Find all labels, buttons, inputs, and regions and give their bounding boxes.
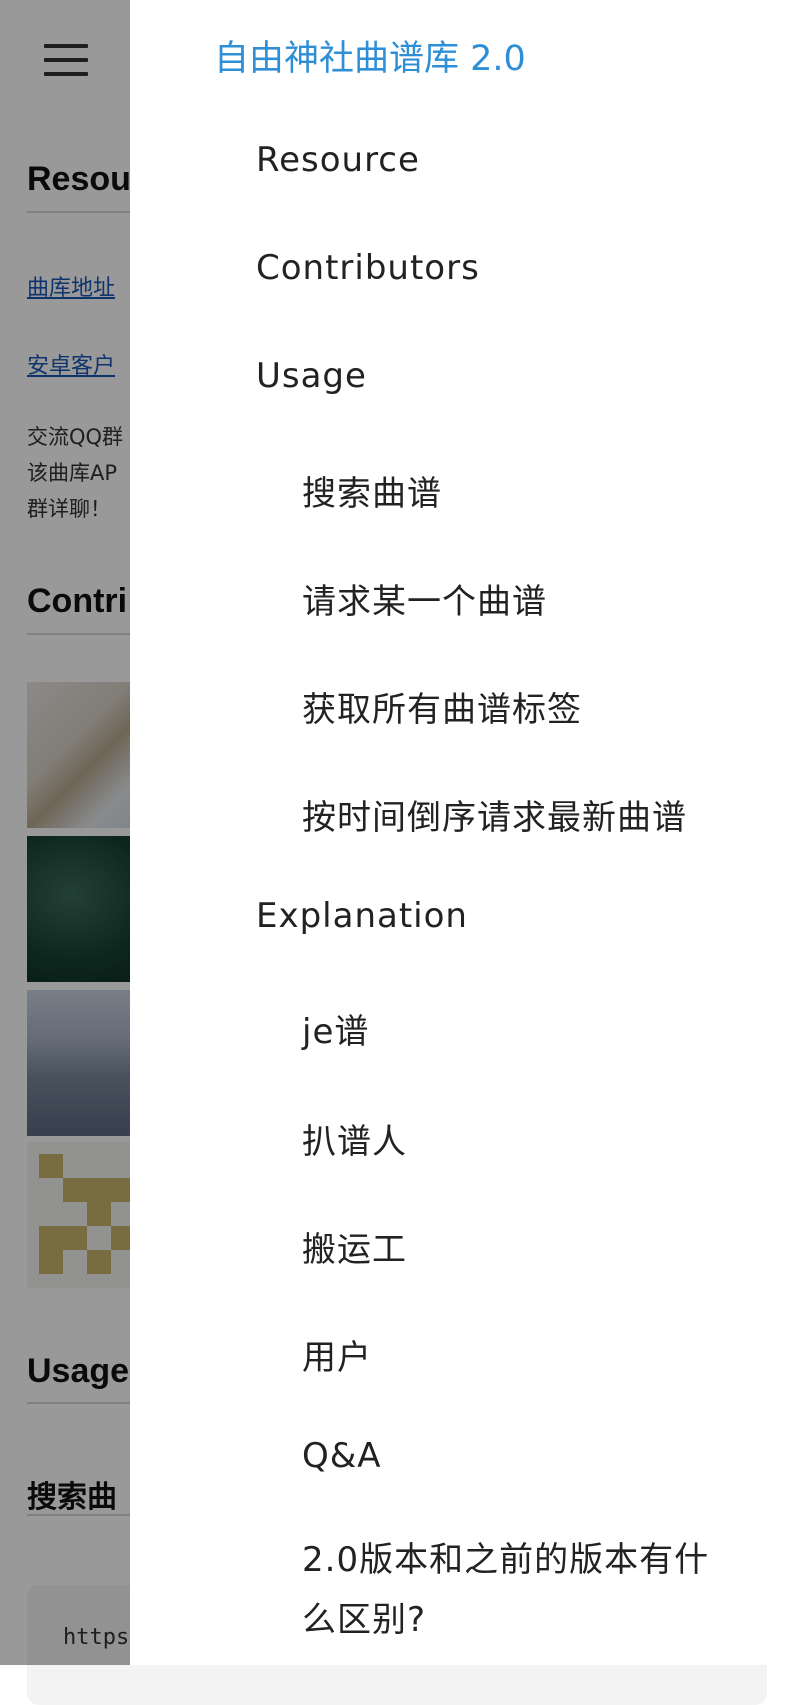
nav-item-request-one[interactable]: 请求某一个曲谱 bbox=[302, 574, 547, 623]
nav-item-usage[interactable]: Usage bbox=[256, 356, 367, 396]
nav-item-resource[interactable]: Resource bbox=[256, 140, 420, 180]
navigation-drawer: 自由神社曲谱库 2.0 Resource Contributors Usage … bbox=[130, 0, 810, 1665]
nav-item-latest[interactable]: 按时间倒序请求最新曲谱 bbox=[302, 790, 687, 839]
nav-item-je-score[interactable]: je谱 bbox=[302, 1004, 369, 1053]
nav-item-qa[interactable]: Q&A bbox=[302, 1436, 382, 1476]
nav-item-contributors[interactable]: Contributors bbox=[256, 248, 480, 288]
nav-item-version-diff[interactable]: 2.0版本和之前的版本有什么区别? bbox=[302, 1530, 742, 1650]
nav-item-all-tags[interactable]: 获取所有曲谱标签 bbox=[302, 682, 582, 731]
drawer-title[interactable]: 自由神社曲谱库 2.0 bbox=[214, 30, 526, 81]
nav-item-porter[interactable]: 搬运工 bbox=[302, 1222, 407, 1271]
nav-item-explanation[interactable]: Explanation bbox=[256, 896, 468, 936]
nav-item-user[interactable]: 用户 bbox=[302, 1330, 372, 1379]
nav-item-search[interactable]: 搜索曲谱 bbox=[302, 466, 442, 515]
nav-item-transcriber[interactable]: 扒谱人 bbox=[302, 1114, 407, 1163]
